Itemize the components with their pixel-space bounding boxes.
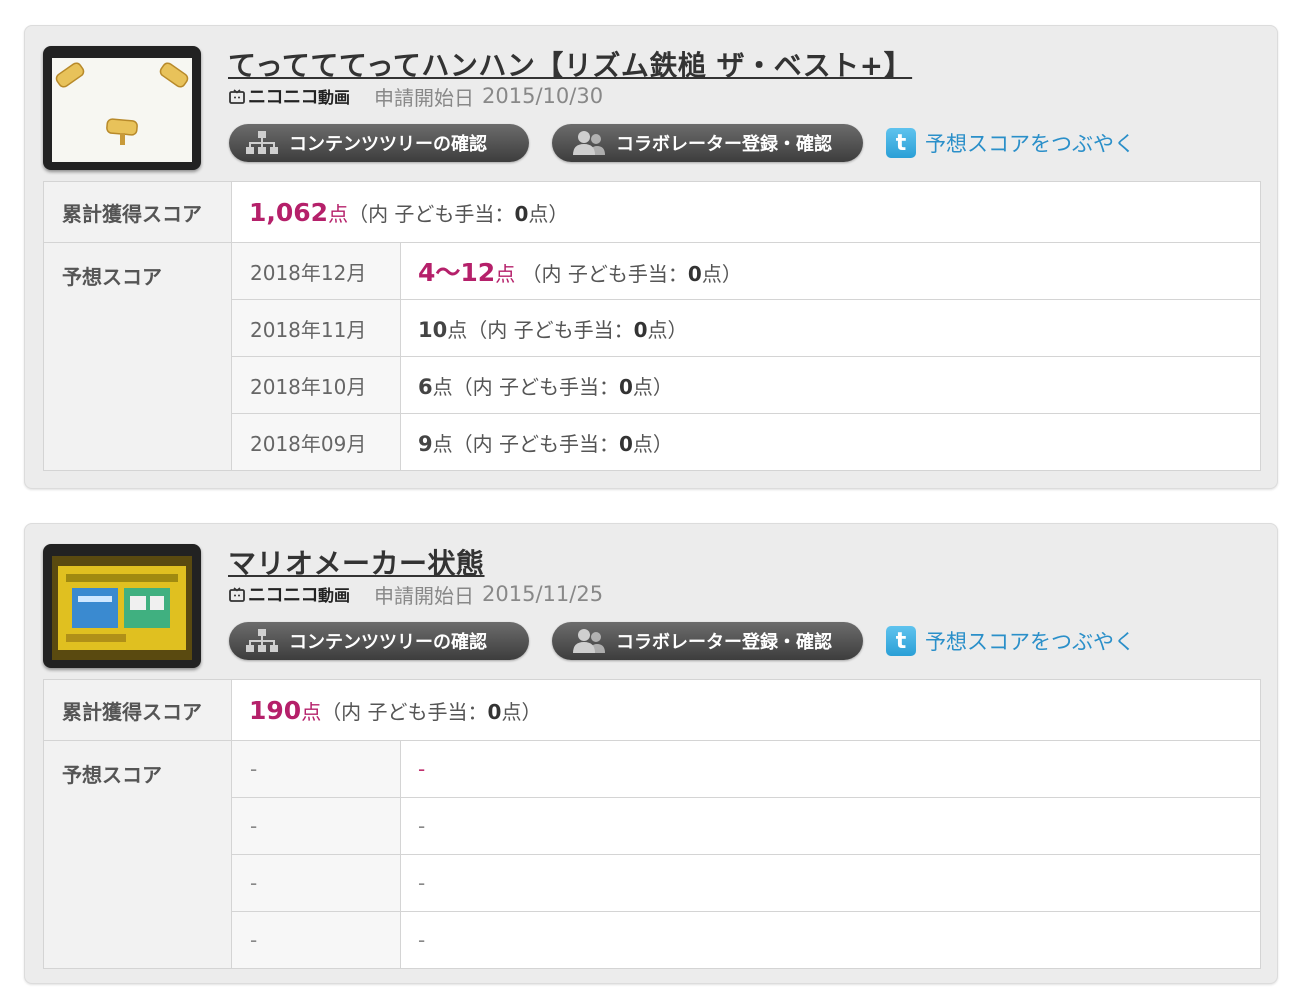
work-card: てってててってハンハン【リズム鉄槌 ザ・ベスト+】 ニコニコ 動画 申請開始日 … bbox=[24, 25, 1278, 489]
kodomo-close: 点） bbox=[701, 262, 742, 286]
content-tree-label: コンテンツツリーの確認 bbox=[289, 134, 487, 155]
kodomo-points: 0 bbox=[687, 262, 702, 286]
kodomo-close: 点） bbox=[501, 699, 542, 724]
prediction-month: 2018年12月 bbox=[231, 242, 401, 300]
prediction-value: 9点（内 子ども手当：0点） bbox=[400, 413, 1261, 471]
kodomo-points: 0 bbox=[618, 431, 633, 456]
point-unit: 点 bbox=[328, 201, 349, 226]
video-thumbnail[interactable] bbox=[43, 46, 201, 170]
prediction-month: - bbox=[231, 797, 401, 855]
kodomo-open: （内 子ども手当： bbox=[521, 262, 688, 286]
kodomo-points: 0 bbox=[514, 201, 529, 226]
score-table: 累計獲得スコア 190点（内 子ども手当：0点） 予想スコア - - - - -… bbox=[43, 679, 1261, 969]
service-name: ニコニコ bbox=[248, 87, 319, 108]
content-tree-button[interactable]: コンテンツツリーの確認 bbox=[229, 124, 529, 162]
prediction-value: - bbox=[400, 797, 1261, 855]
prediction-row: 予想スコア - - bbox=[43, 740, 1261, 969]
prediction-month: - bbox=[231, 911, 401, 969]
total-score-row: 累計獲得スコア 1,062点（内 子ども手当：0点） bbox=[43, 181, 1261, 243]
kodomo-open: （内 子ども手当： bbox=[452, 374, 619, 399]
service-suffix: 動画 bbox=[318, 88, 351, 107]
work-title[interactable]: マリオメーカー状態 bbox=[228, 542, 485, 582]
tweet-prediction-link[interactable]: t 予想スコアをつぶやく bbox=[886, 624, 1135, 658]
content-tree-label: コンテンツツリーの確認 bbox=[289, 632, 487, 653]
kodomo-open: （内 子ども手当： bbox=[321, 699, 488, 724]
collaborator-label: コラボレーター登録・確認 bbox=[616, 632, 832, 653]
twitter-icon: t bbox=[886, 128, 916, 158]
collaborator-button[interactable]: コラボレーター登録・確認 bbox=[552, 622, 863, 660]
prediction-points: 4〜12 bbox=[418, 258, 496, 287]
predicted-score-header: 予想スコア bbox=[43, 740, 232, 969]
point-unit: 点 bbox=[432, 431, 453, 456]
apply-date: 2015/10/30 bbox=[482, 84, 604, 108]
prediction-points: 10 bbox=[418, 317, 448, 342]
point-unit: 点 bbox=[495, 262, 516, 286]
prediction-value: - bbox=[400, 740, 1261, 798]
prediction-value: - bbox=[400, 854, 1261, 912]
kodomo-close: 点） bbox=[632, 374, 673, 399]
prediction-month: 2018年10月 bbox=[231, 356, 401, 414]
kodomo-open: （内 子ども手当： bbox=[348, 201, 515, 226]
total-score-header: 累計獲得スコア bbox=[43, 181, 232, 243]
kodomo-points: 0 bbox=[633, 317, 648, 342]
apply-date-label: 申請開始日 bbox=[374, 85, 475, 110]
tree-icon bbox=[246, 131, 278, 154]
twitter-icon: t bbox=[886, 626, 916, 656]
tv-icon bbox=[229, 586, 245, 602]
video-thumbnail[interactable] bbox=[43, 544, 201, 668]
total-score-value: 190点（内 子ども手当：0点） bbox=[231, 679, 1261, 741]
point-unit: 点 bbox=[447, 317, 468, 342]
total-score-row: 累計獲得スコア 190点（内 子ども手当：0点） bbox=[43, 679, 1261, 741]
prediction-value: 4〜12点 （内 子ども手当：0点） bbox=[400, 242, 1261, 300]
prediction-points: 6 bbox=[418, 374, 433, 399]
score-table: 累計獲得スコア 1,062点（内 子ども手当：0点） 予想スコア 2018年12… bbox=[43, 181, 1261, 471]
apply-date: 2015/11/25 bbox=[482, 582, 604, 606]
thumbnail-image bbox=[52, 58, 192, 162]
service-name: ニコニコ bbox=[248, 585, 319, 606]
prediction-points: 9 bbox=[418, 431, 433, 456]
collaborator-label: コラボレーター登録・確認 bbox=[616, 134, 832, 155]
prediction-month: 2018年11月 bbox=[231, 299, 401, 357]
kodomo-points: 0 bbox=[618, 374, 633, 399]
point-unit: 点 bbox=[432, 374, 453, 399]
total-score-header: 累計獲得スコア bbox=[43, 679, 232, 741]
kodomo-open: （内 子ども手当： bbox=[467, 317, 634, 342]
thumbnail-image bbox=[52, 556, 192, 660]
total-points: 1,062 bbox=[249, 197, 329, 227]
prediction-month: - bbox=[231, 854, 401, 912]
people-icon bbox=[573, 131, 605, 155]
tree-icon bbox=[246, 629, 278, 652]
prediction-month: - bbox=[231, 740, 401, 798]
prediction-row: 予想スコア 2018年12月 4〜12点 （内 子ども手当：0点） bbox=[43, 242, 1261, 471]
kodomo-open: （内 子ども手当： bbox=[452, 431, 619, 456]
work-meta: ニコニコ 動画 申請開始日 2015/10/30 bbox=[229, 83, 604, 110]
service-suffix: 動画 bbox=[318, 586, 351, 605]
work-meta: ニコニコ 動画 申請開始日 2015/11/25 bbox=[229, 581, 604, 608]
content-tree-button[interactable]: コンテンツツリーの確認 bbox=[229, 622, 529, 660]
prediction-value: - bbox=[400, 911, 1261, 969]
total-points: 190 bbox=[249, 695, 302, 725]
people-icon bbox=[573, 629, 605, 653]
work-title[interactable]: てってててってハンハン【リズム鉄槌 ザ・ベスト+】 bbox=[228, 44, 912, 84]
collaborator-button[interactable]: コラボレーター登録・確認 bbox=[552, 124, 863, 162]
tv-icon bbox=[229, 88, 245, 104]
predicted-score-header: 予想スコア bbox=[43, 242, 232, 471]
apply-date-label: 申請開始日 bbox=[374, 583, 475, 608]
tweet-prediction-label: 予想スコアをつぶやく bbox=[925, 630, 1135, 654]
kodomo-close: 点） bbox=[647, 317, 688, 342]
prediction-month: 2018年09月 bbox=[231, 413, 401, 471]
prediction-value: 6点（内 子ども手当：0点） bbox=[400, 356, 1261, 414]
total-score-value: 1,062点（内 子ども手当：0点） bbox=[231, 181, 1261, 243]
kodomo-close: 点） bbox=[632, 431, 673, 456]
kodomo-points: 0 bbox=[487, 699, 502, 724]
prediction-value: 10点（内 子ども手当：0点） bbox=[400, 299, 1261, 357]
kodomo-close: 点） bbox=[528, 201, 569, 226]
tweet-prediction-label: 予想スコアをつぶやく bbox=[925, 132, 1135, 156]
point-unit: 点 bbox=[301, 699, 322, 724]
work-card: マリオメーカー状態 ニコニコ 動画 申請開始日 2015/11/25 コンテンツ… bbox=[24, 523, 1278, 984]
tweet-prediction-link[interactable]: t 予想スコアをつぶやく bbox=[886, 126, 1135, 160]
